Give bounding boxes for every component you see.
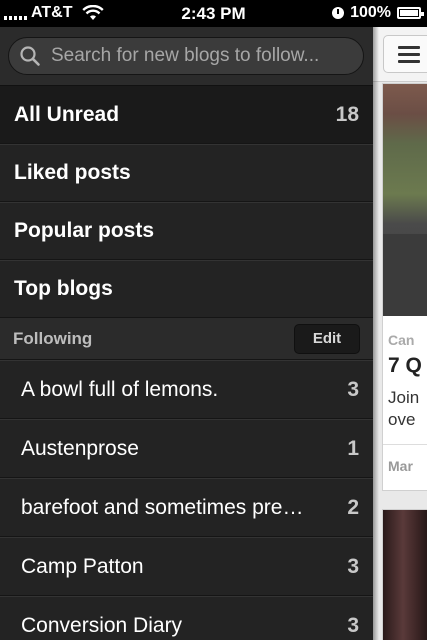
status-right: 100% <box>332 4 424 22</box>
post-title: 7 Q <box>388 354 422 377</box>
blog-unread-count: 3 <box>347 554 359 578</box>
post-snippet: ove <box>388 410 416 429</box>
following-item[interactable]: Camp Patton 3 <box>0 537 373 596</box>
following-item[interactable]: Conversion Diary 3 <box>0 596 373 640</box>
post-card[interactable] <box>382 509 427 640</box>
post-card[interactable]: Can 7 Q Join ove Mar <box>382 83 427 491</box>
nav-label: Liked posts <box>14 161 131 184</box>
nav-label: All Unread <box>14 103 120 126</box>
battery-percent: 100% <box>350 4 391 21</box>
post-image <box>383 84 427 316</box>
nav-popular-posts[interactable]: Popular posts <box>0 202 373 260</box>
content-topbar <box>373 27 427 82</box>
nav-top-blogs[interactable]: Top blogs <box>0 260 373 318</box>
post-snippet: Join <box>388 388 420 407</box>
hamburger-menu-icon[interactable] <box>383 35 427 73</box>
following-item[interactable]: barefoot and sometimes pre… 2 <box>0 478 373 537</box>
search-field[interactable] <box>8 37 364 75</box>
edit-button[interactable]: Edit <box>294 323 360 354</box>
alarm-clock-icon <box>332 7 345 19</box>
divider <box>383 444 427 445</box>
following-header: Following Edit <box>0 318 373 360</box>
blog-unread-count: 3 <box>347 377 359 401</box>
following-title: Following <box>13 328 93 348</box>
nav-liked-posts[interactable]: Liked posts <box>0 144 373 202</box>
blog-unread-count: 2 <box>347 495 359 519</box>
post-image <box>383 510 427 640</box>
nav-label: Popular posts <box>14 219 155 242</box>
sidebar-shadow <box>373 27 379 640</box>
blog-name: Camp Patton <box>21 554 144 578</box>
blog-name: A bowl full of lemons. <box>21 377 219 401</box>
nav-label: Top blogs <box>14 277 113 300</box>
battery-icon <box>397 7 424 19</box>
blog-name: Conversion Diary <box>21 613 183 637</box>
search-bar <box>0 27 373 86</box>
blog-unread-count: 3 <box>347 613 359 637</box>
unread-count: 18 <box>335 103 359 126</box>
following-item[interactable]: Austenprose 1 <box>0 419 373 478</box>
search-input[interactable] <box>49 44 353 68</box>
blog-name: barefoot and sometimes pre… <box>21 495 304 519</box>
status-bar: AT&T 2:43 PM 100% <box>0 0 427 27</box>
post-source: Can <box>388 332 415 348</box>
following-item[interactable]: A bowl full of lemons. 3 <box>0 360 373 419</box>
blog-unread-count: 1 <box>347 436 359 460</box>
sidebar: All Unread 18 Liked posts Popular posts … <box>0 27 373 640</box>
blog-name: Austenprose <box>21 436 139 460</box>
nav-all-unread[interactable]: All Unread 18 <box>0 86 373 144</box>
main-content: Can 7 Q Join ove Mar <box>373 27 427 640</box>
search-icon <box>19 45 41 67</box>
post-meta: Mar <box>388 458 413 474</box>
